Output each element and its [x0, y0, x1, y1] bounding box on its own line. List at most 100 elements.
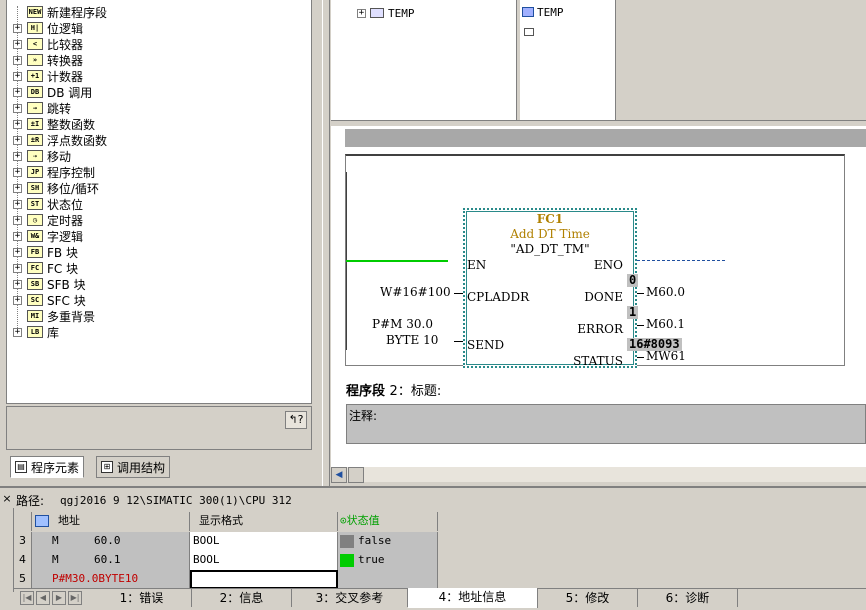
tree-item[interactable]: + ST 状态位	[7, 196, 83, 212]
table-row[interactable]: 5 P#M30.0BYTE10	[14, 570, 438, 589]
details-tab[interactable]: 6：诊断	[638, 589, 738, 607]
param-done[interactable]: M60.0	[646, 285, 685, 299]
address-column-icon	[35, 515, 49, 527]
network-2-title[interactable]: 程序段 2：标题:	[346, 380, 441, 399]
network-1[interactable]: FC1 Add DT Time "AD_DT_TM" EN CPLADDR SE…	[345, 154, 845, 368]
details-tab[interactable]: 5：修改	[538, 589, 638, 607]
address-cell[interactable]: M 60.0	[32, 532, 190, 551]
comment-label: 注释:	[349, 409, 378, 423]
address-cell[interactable]: M 60.1	[32, 551, 190, 570]
block-name: FC1	[536, 212, 564, 226]
tree-item[interactable]: + ±R 浮点数函数	[7, 132, 107, 148]
tree-item[interactable]: + +1 计数器	[7, 68, 83, 84]
decl-item-temp[interactable]: + TEMP	[357, 5, 415, 21]
tree-item[interactable]: + H| 位逻辑	[7, 20, 83, 36]
tree-item[interactable]: + ⇢ 移动	[7, 148, 71, 164]
tree-item[interactable]: + SB SFB 块	[7, 276, 86, 292]
vertical-splitter[interactable]	[322, 0, 330, 486]
tree-item[interactable]: + FB FB 块	[7, 244, 78, 260]
param-send-pointer[interactable]: P#M 30.0	[372, 317, 433, 331]
table-row[interactable]: 3 M 60.0 BOOL false	[14, 532, 438, 551]
scroll-left-button[interactable]: ◀	[331, 467, 347, 483]
param-send-length[interactable]: BYTE 10	[386, 333, 438, 347]
details-tab[interactable]: 3：交叉参考	[292, 589, 408, 607]
tree-item[interactable]: + ±I 整数函数	[7, 116, 95, 132]
header-address[interactable]: 地址	[32, 512, 190, 531]
expand-icon[interactable]: +	[13, 135, 22, 145]
table-row[interactable]: 4 M 60.1 BOOL true	[14, 551, 438, 570]
tab-call-structure[interactable]: ⊞ 调用结构	[96, 456, 171, 478]
header-format[interactable]: 显示格式	[190, 512, 338, 531]
expand-icon[interactable]: +	[13, 215, 22, 225]
details-tab[interactable]: 2：信息	[192, 589, 292, 607]
sfc-block-icon: SC	[27, 294, 43, 306]
tree-item[interactable]: + FC FC 块	[7, 260, 78, 276]
format-cell[interactable]: BOOL	[190, 532, 338, 551]
tree-item[interactable]: + SH 移位/循环	[7, 180, 99, 196]
help-pointer-icon[interactable]: ↰?	[285, 411, 307, 429]
editor-horizontal-scrollbar[interactable]: ◀	[331, 466, 866, 483]
expand-icon[interactable]: +	[13, 199, 22, 209]
details-tab[interactable]: 1：错误	[92, 589, 192, 607]
declaration-list[interactable]: TEMP	[520, 0, 616, 120]
tree-item-label: 跳转	[47, 101, 72, 116]
tree-item[interactable]: + ◷ 定时器	[7, 212, 83, 228]
program-elements-tree[interactable]: NEW 新建程序段 + H| 位逻辑 + < 比较器 + » 转换器 + +1 计数器 + DB DB 调用 + →…	[6, 0, 312, 404]
format-cell[interactable]: BOOL	[190, 551, 338, 570]
declaration-tree[interactable]: + TEMP	[331, 0, 517, 120]
scroll-thumb[interactable]	[348, 467, 364, 483]
fc1-block[interactable]: FC1 Add DT Time "AD_DT_TM" EN CPLADDR SE…	[463, 208, 637, 368]
ladder-editor[interactable]: FC1 Add DT Time "AD_DT_TM" EN CPLADDR SE…	[331, 126, 866, 466]
details-tab[interactable]: 4：地址信息	[408, 588, 538, 608]
tree-item[interactable]: + SC SFC 块	[7, 292, 86, 308]
expand-icon[interactable]: +	[13, 103, 22, 113]
expand-icon[interactable]: +	[13, 183, 22, 193]
bit-logic-icon: H|	[27, 22, 43, 34]
expand-icon[interactable]: +	[13, 119, 22, 129]
last-tab-icon[interactable]: ▶|	[68, 591, 82, 605]
tab-program-elements[interactable]: ▤ 程序元素	[10, 456, 85, 478]
tree-item[interactable]: + → 跳转	[7, 100, 71, 116]
tree-item[interactable]: + DB DB 调用	[7, 84, 92, 100]
param-status[interactable]: MW61	[646, 349, 686, 363]
pin-eno: ENO	[593, 258, 623, 272]
row-number[interactable]: 3	[14, 532, 32, 551]
counter-icon: +1	[27, 70, 43, 82]
prev-tab-icon[interactable]: ◀	[36, 591, 50, 605]
expand-icon[interactable]: +	[13, 39, 22, 49]
expand-icon[interactable]: +	[13, 151, 22, 161]
tree-item[interactable]: MI 多重背景	[7, 308, 95, 324]
expand-icon[interactable]: +	[357, 8, 366, 18]
expand-icon[interactable]: +	[13, 247, 22, 257]
header-status-value[interactable]: ⊙状态值	[338, 512, 438, 531]
tree-item[interactable]: NEW 新建程序段	[7, 4, 107, 20]
tree-item[interactable]: + » 转换器	[7, 52, 83, 68]
row-number[interactable]: 5	[14, 570, 32, 589]
expand-icon[interactable]: +	[13, 279, 22, 289]
expand-icon[interactable]: +	[13, 295, 22, 305]
param-cpladdr[interactable]: W#16#100	[380, 285, 451, 299]
expand-icon[interactable]: +	[13, 71, 22, 81]
expand-icon[interactable]: +	[13, 167, 22, 177]
next-tab-icon[interactable]: ▶	[52, 591, 66, 605]
expand-icon[interactable]: +	[13, 231, 22, 241]
first-tab-icon[interactable]: |◀	[20, 591, 34, 605]
format-cell[interactable]	[190, 570, 338, 589]
network-2-title-label: ：标题:	[397, 384, 442, 399]
tree-item[interactable]: + W& 字逻辑	[7, 228, 83, 244]
tree-item[interactable]: + LB 库	[7, 324, 59, 340]
expand-icon[interactable]: +	[13, 263, 22, 273]
expand-icon[interactable]: +	[13, 87, 22, 97]
expand-icon[interactable]: +	[13, 327, 22, 337]
address-cell[interactable]: P#M30.0BYTE10	[32, 570, 190, 589]
expand-icon[interactable]: +	[13, 55, 22, 65]
decl-detail-temp[interactable]: TEMP	[522, 4, 564, 20]
expand-icon[interactable]: +	[13, 23, 22, 33]
network-2-comment[interactable]: 注释:	[346, 404, 866, 444]
row-number[interactable]: 4	[14, 551, 32, 570]
param-error[interactable]: M60.1	[646, 317, 685, 331]
tree-item[interactable]: + JP 程序控制	[7, 164, 95, 180]
tree-item[interactable]: + < 比较器	[7, 36, 83, 52]
decl-new-row[interactable]	[524, 24, 534, 40]
close-icon[interactable]: ×	[2, 493, 12, 504]
